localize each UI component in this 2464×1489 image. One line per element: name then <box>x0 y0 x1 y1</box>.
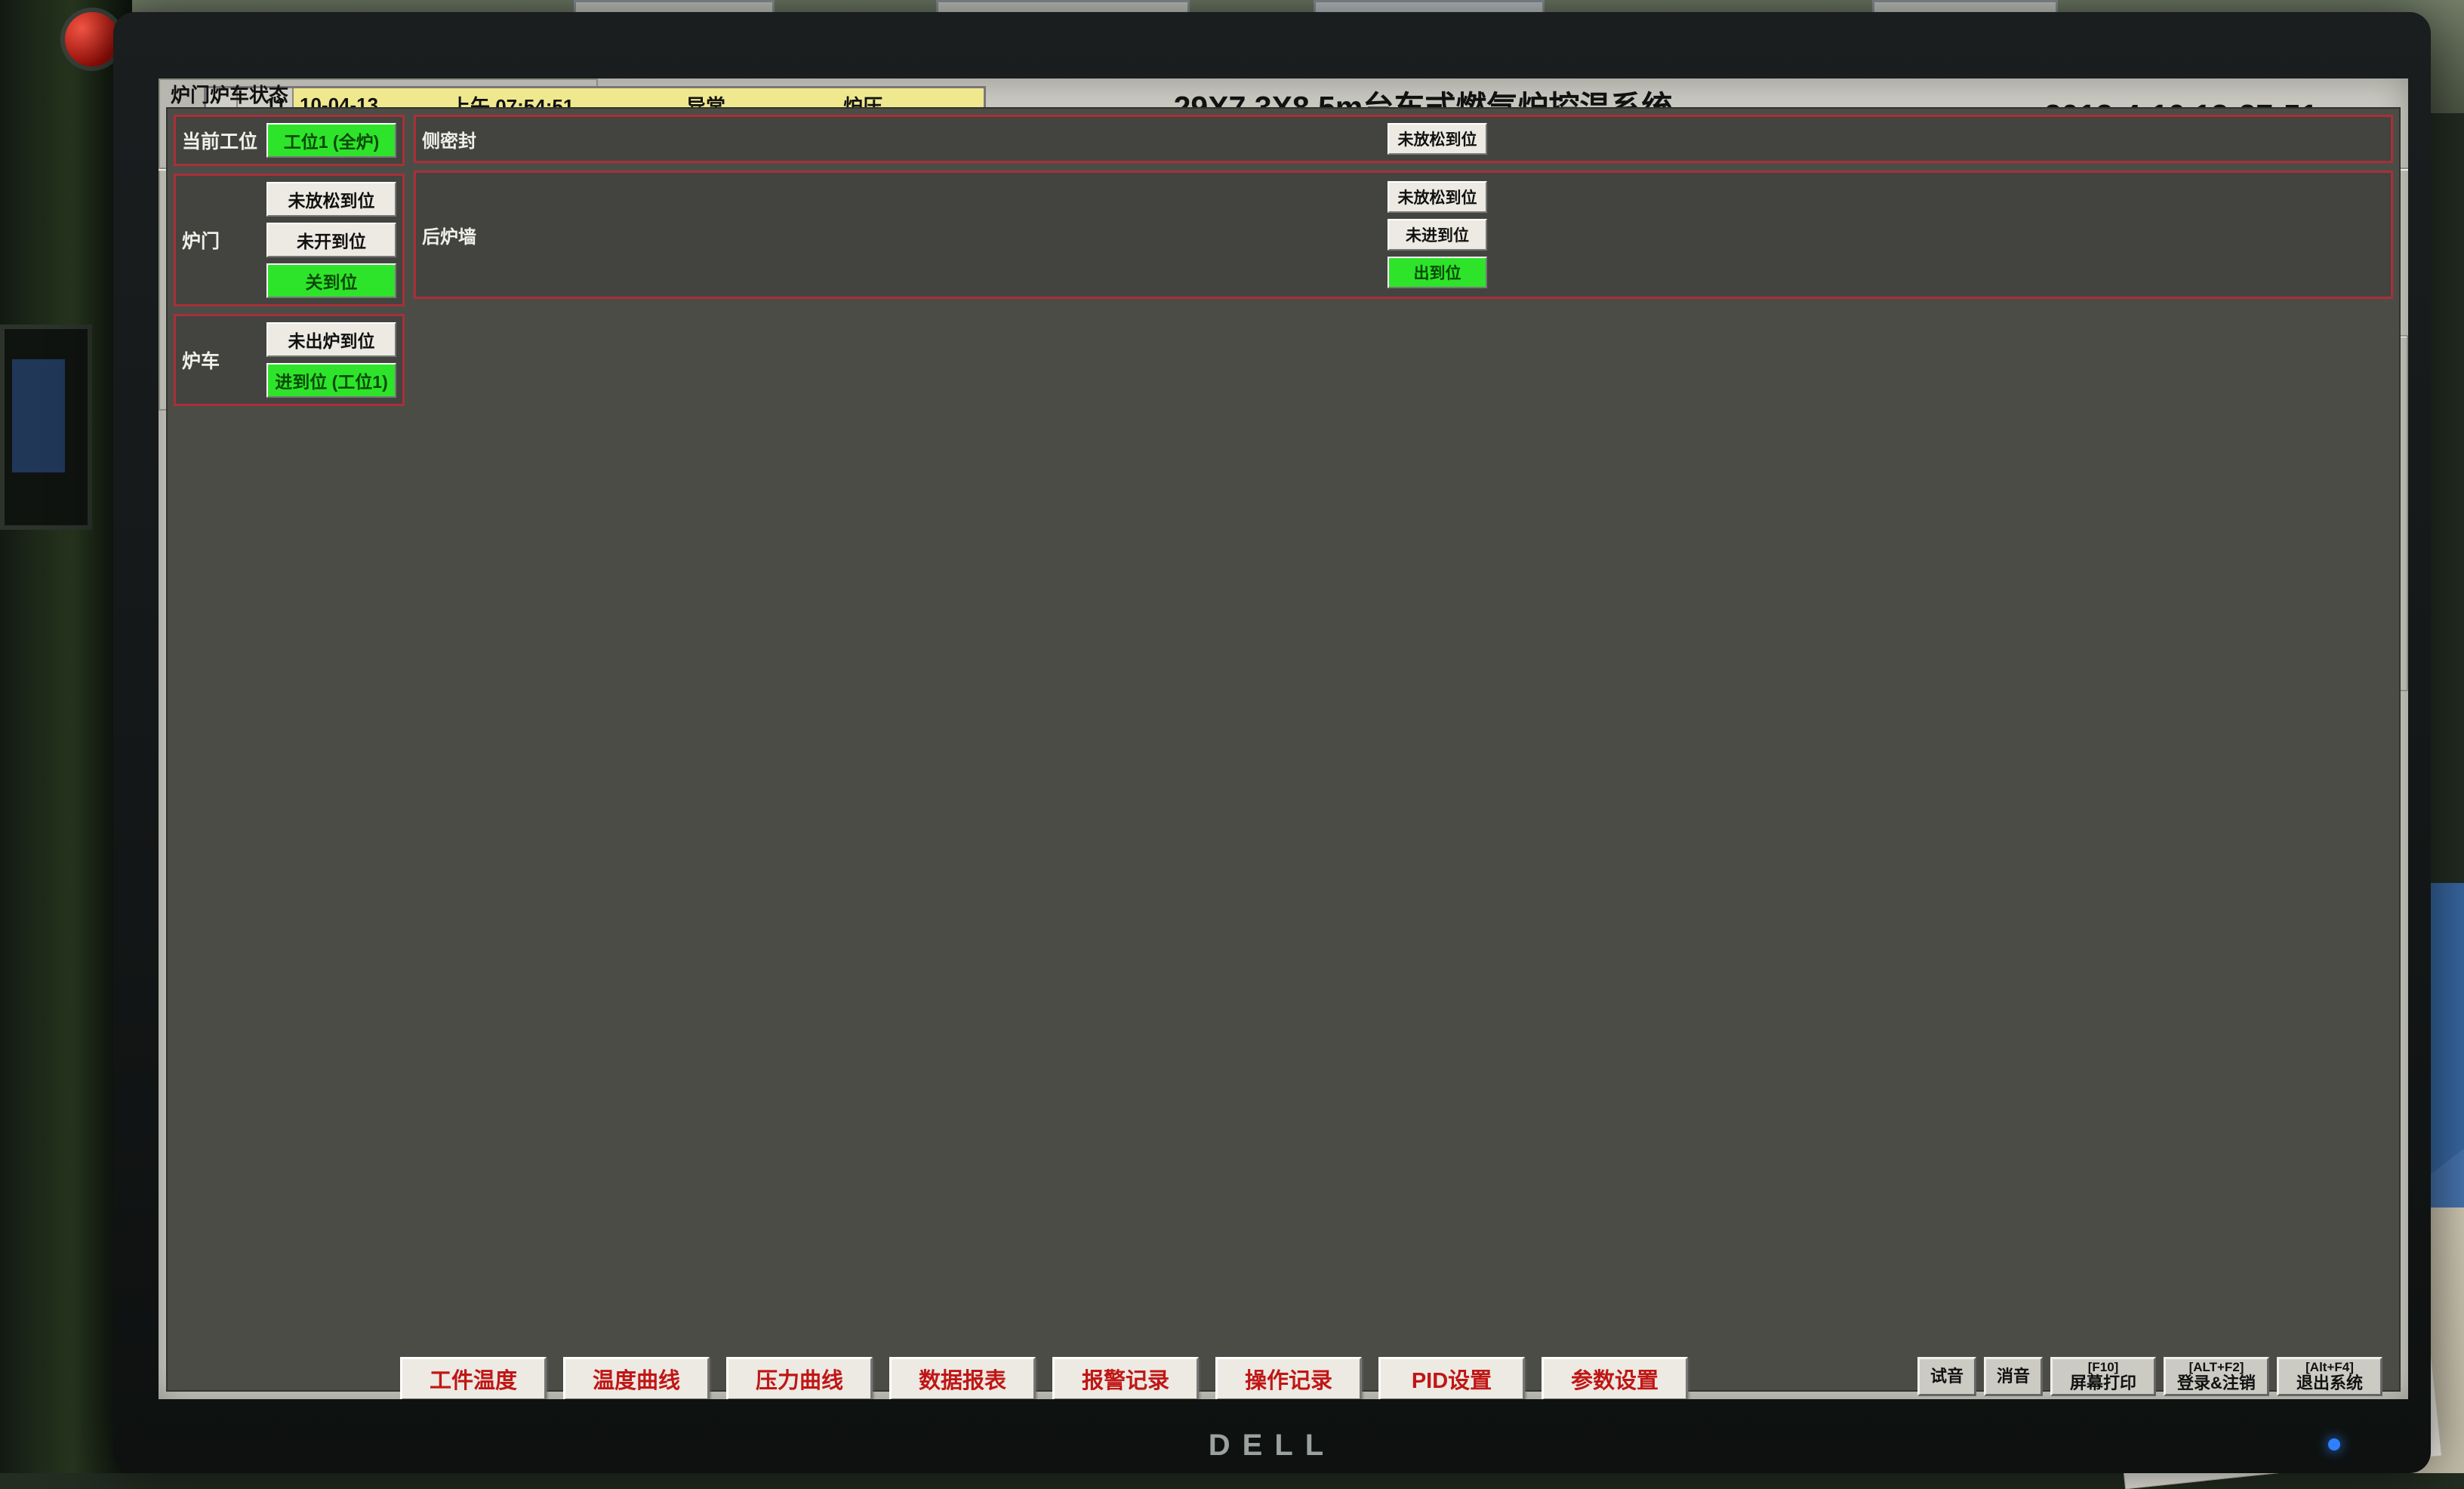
door-group-label: 炉门 <box>182 226 260 254</box>
nav-button[interactable]: 报警记录 <box>1052 1357 1199 1399</box>
system-button[interactable]: 试音 <box>1917 1357 1976 1396</box>
door-state: 工位1 (全炉) <box>266 123 396 158</box>
system-button-key: [F10] <box>2088 1361 2119 1374</box>
system-button-key: [ALT+F2] <box>2189 1361 2244 1374</box>
door-states: 未放松到位未开到位关到位 <box>266 182 396 298</box>
door-group-label: 后炉墙 <box>422 222 484 248</box>
door-status-group: 当前工位工位1 (全炉) <box>174 115 405 166</box>
system-button[interactable]: [ALT+F2]登录&注销 <box>2164 1357 2269 1396</box>
door-state: 未出炉到位 <box>266 322 396 357</box>
door-state: 未放松到位 <box>1388 123 1487 155</box>
door-state: 未开到位 <box>266 223 396 257</box>
equipment-cabinet <box>0 0 132 1473</box>
screen-nav-buttons: 工件温度温度曲线压力曲线数据报表报警记录操作记录 PID设置参数设置 <box>400 1357 1688 1399</box>
nav-button[interactable]: 操作记录 <box>1215 1357 1362 1399</box>
system-buttons: 试音消音[F10]屏幕打印[ALT+F2]登录&注销[Alt+F4]退出系统 <box>1917 1357 2382 1396</box>
system-button-label: 退出系统 <box>2296 1374 2363 1392</box>
system-button-label: 试音 <box>1930 1367 1964 1386</box>
power-led <box>2328 1438 2340 1451</box>
side-display-screen <box>12 359 65 472</box>
door-state: 未放松到位 <box>266 182 396 217</box>
door-status-group: 炉门未放松到位未开到位关到位 <box>174 174 405 306</box>
door-status-group: 侧密封 未放松到位 <box>414 115 2393 163</box>
door-states: 未放松到位未进到位出到位 <box>490 181 2385 288</box>
nav-button[interactable]: 工件温度 <box>400 1357 547 1399</box>
monitor-bezel: 1110-04-13上午 07:54:51异常炉压▶1210-04-13上午 0… <box>113 12 2431 1473</box>
door-group-label: 侧密封 <box>422 126 484 152</box>
door-cart-title: 炉门炉车状态 <box>171 80 288 108</box>
door-states: 工位1 (全炉) <box>266 123 396 158</box>
hmi-screen: 1110-04-13上午 07:54:51异常炉压▶1210-04-13上午 0… <box>159 78 2408 1399</box>
system-button[interactable]: [F10]屏幕打印 <box>2050 1357 2156 1396</box>
system-button-key: [Alt+F4] <box>2305 1361 2354 1374</box>
nav-button[interactable]: PID设置 <box>1378 1357 1525 1399</box>
system-button-label: 消音 <box>1997 1367 2030 1386</box>
system-button[interactable]: 消音 <box>1984 1357 2043 1396</box>
door-status-group: 后炉墙未放松到位未进到位出到位 <box>414 171 2393 299</box>
side-equipment-display <box>0 325 92 530</box>
system-button-label: 登录&注销 <box>2177 1374 2256 1392</box>
door-states: 未出炉到位进到位 (工位1) <box>266 322 396 398</box>
door-state: 关到位 <box>266 263 396 298</box>
nav-button[interactable]: 温度曲线 <box>563 1357 710 1399</box>
door-cart-status: 当前工位工位1 (全炉)炉门未放松到位未开到位关到位炉车未出炉到位进到位 (工位… <box>166 107 2401 1392</box>
door-state: 未放松到位 <box>1388 181 1487 213</box>
door-states: 未放松到位 <box>490 123 2385 155</box>
nav-button[interactable]: 压力曲线 <box>726 1357 873 1399</box>
door-group-label: 炉车 <box>182 346 260 374</box>
monitor-brand-logo: DELL <box>1209 1429 1335 1463</box>
door-cart-panel: 炉门炉车状态 当前工位工位1 (全炉) 炉门未放松到位未开到位关到位炉车未出炉到位… <box>159 78 598 411</box>
door-state: 进到位 (工位1) <box>266 363 396 398</box>
system-button[interactable]: [Alt+F4]退出系统 <box>2277 1357 2382 1396</box>
nav-button[interactable]: 数据报表 <box>889 1357 1036 1399</box>
door-status-group: 炉车未出炉到位进到位 (工位1) <box>174 314 405 406</box>
nav-button[interactable]: 参数设置 <box>1542 1357 1688 1399</box>
system-button-label: 屏幕打印 <box>2070 1374 2136 1392</box>
door-group-label: 当前工位 <box>182 127 260 154</box>
door-state: 出到位 <box>1388 257 1487 288</box>
door-state: 未进到位 <box>1388 219 1487 251</box>
